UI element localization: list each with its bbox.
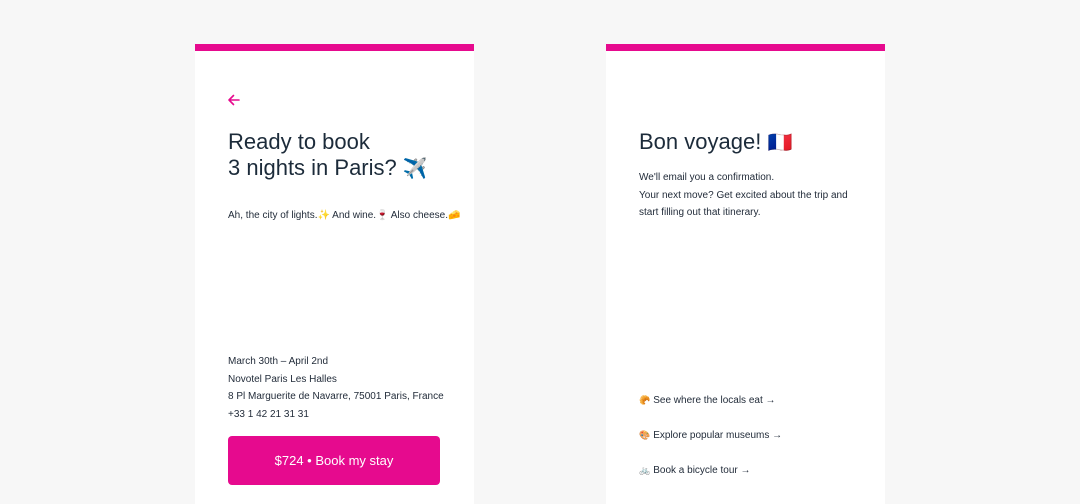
booking-dates: March 30th – April 2nd [228, 356, 329, 367]
confirmation-line1: We'll email you a confirmation. [639, 172, 775, 183]
link-museums[interactable]: 🎨 Explore popular museums → [639, 428, 782, 463]
hotel-phone: +33 1 42 21 31 31 [228, 408, 309, 420]
france-flag-icon: 🇫🇷 [767, 130, 793, 154]
confirmation-line3: start filling out that itinerary. [639, 207, 761, 218]
back-arrow-icon[interactable] [227, 93, 241, 107]
confirmation-card: Bon voyage! 🇫🇷 We'll email you a confirm… [606, 44, 885, 504]
confirmation-line2: Your next move? Get excited about the tr… [639, 189, 848, 201]
booking-title-line2: 3 nights in Paris? [228, 155, 397, 180]
link-locals-eat[interactable]: 🥐 See where the locals eat → [639, 393, 782, 428]
book-my-stay-button[interactable]: $724 • Book my stay [228, 436, 440, 485]
confirmation-title-text: Bon voyage! [639, 129, 762, 154]
next-steps-links: 🥐 See where the locals eat → 🎨 Explore pop… [639, 393, 782, 498]
booking-tagline: Ah, the city of lights.✨ And wine.🍷 Also… [228, 210, 461, 221]
booking-details: March 30th – April 2nd Novotel Paris Les… [228, 353, 444, 423]
hotel-name: Novotel Paris Les Halles [228, 373, 337, 385]
link-label: Explore popular museums → [653, 430, 783, 441]
hotel-address: 8 Pl Marguerite de Navarre, 75001 Paris,… [228, 391, 444, 402]
booking-title: Ready to book 3 nights in Paris? ✈️ [228, 129, 428, 181]
confirmation-message: We'll email you a confirmation. Your nex… [639, 169, 848, 222]
link-label: Book a bicycle tour → [653, 465, 751, 476]
booking-title-line1: Ready to book [228, 129, 370, 154]
bicycle-icon: 🚲 [639, 466, 651, 476]
airplane-icon: ✈️ [402, 156, 428, 180]
booking-card: Ready to book 3 nights in Paris? ✈️ Ah, … [195, 44, 474, 504]
palette-icon: 🎨 [639, 431, 651, 441]
confirmation-title: Bon voyage! 🇫🇷 [639, 129, 792, 155]
croissant-icon: 🥐 [639, 396, 651, 406]
link-label: See where the locals eat → [653, 395, 776, 406]
link-bicycle-tour[interactable]: 🚲 Book a bicycle tour → [639, 463, 782, 498]
